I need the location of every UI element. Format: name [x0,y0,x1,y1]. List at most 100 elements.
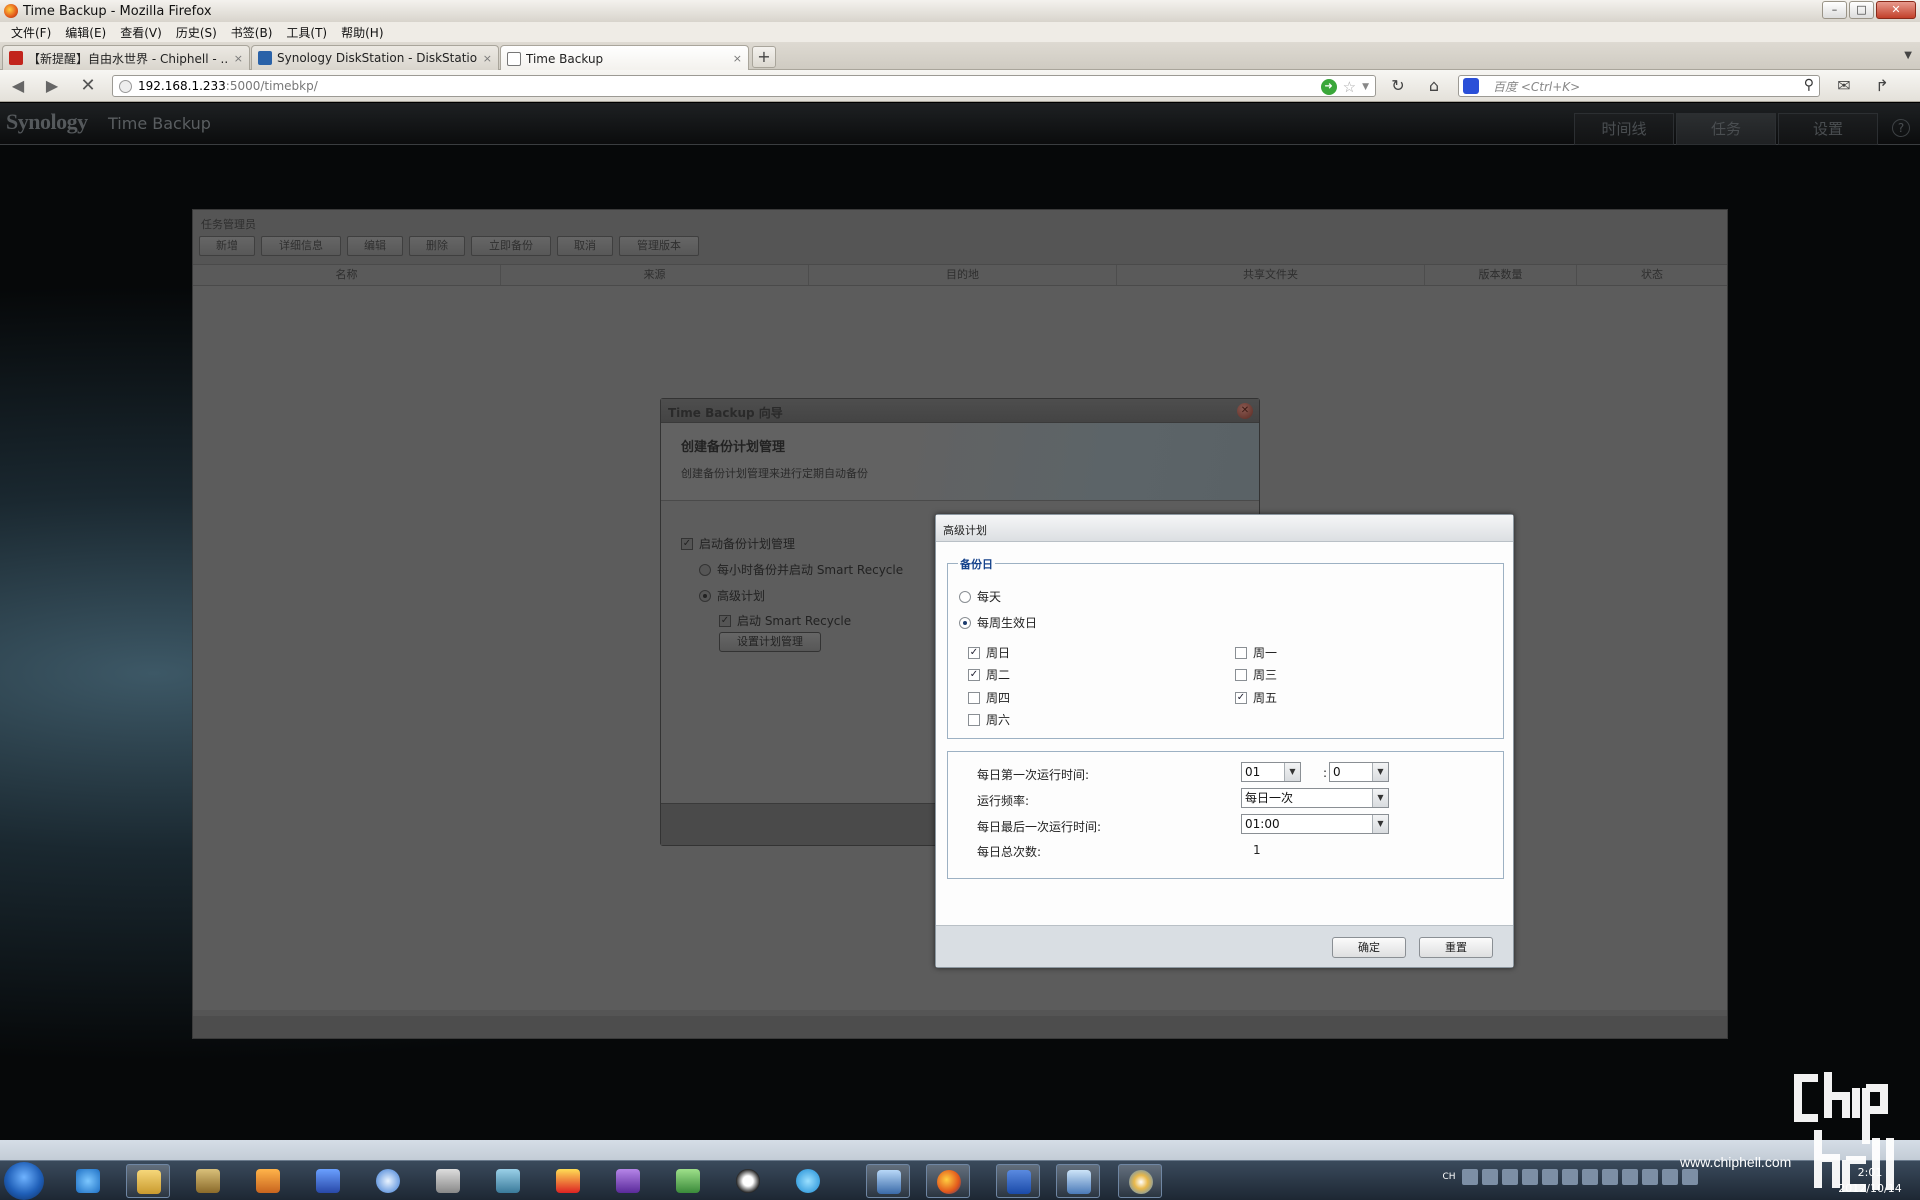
chevron-down-icon[interactable]: ▼ [1372,763,1388,781]
smart-recycle-row[interactable]: ✓ 启动 Smart Recycle [719,612,851,629]
tray-display-icon[interactable] [1562,1169,1578,1185]
tray-m-icon[interactable] [1462,1169,1478,1185]
day-tuesday[interactable]: ✓ 周二 [968,666,1010,683]
cancel-button[interactable]: 取消 [557,236,613,256]
edit-button[interactable]: 编辑 [347,236,403,256]
tray-device-icon[interactable] [1602,1169,1618,1185]
media-player-icon[interactable] [246,1164,290,1198]
day-friday[interactable]: ✓ 周五 [1235,689,1277,706]
search-icon[interactable]: ⚲ [1804,77,1814,93]
first-run-minute-select[interactable]: 0 ▼ [1329,762,1389,782]
set-schedule-button[interactable]: 设置计划管理 [719,632,821,652]
forward-arrow-icon[interactable]: ▶ [42,76,62,96]
language-indicator[interactable]: CH [1440,1169,1458,1185]
paint-icon[interactable] [1118,1164,1162,1198]
manage-versions-button[interactable]: 管理版本 [619,236,699,256]
column-source[interactable]: 来源 [501,265,809,285]
fire-app-icon[interactable] [546,1164,590,1198]
wednesday-checkbox[interactable] [1235,668,1247,681]
tab-diskstation[interactable]: Synology DiskStation - DiskStation × [251,45,499,70]
chevron-down-icon[interactable]: ▼ [1372,789,1388,807]
chat-icon[interactable] [786,1164,830,1198]
tray-network-icon[interactable] [1642,1169,1658,1185]
smart-recycle-checkbox[interactable]: ✓ [719,614,731,627]
paint-brush-icon[interactable] [186,1164,230,1198]
drive-icon[interactable] [426,1164,470,1198]
tab-chiphell[interactable]: 【新提醒】自由水世界 - Chiphell - ... × [2,45,250,70]
search-bar[interactable]: 百度 <Ctrl+K> ⚲ [1458,75,1820,97]
tray-keyboard-icon[interactable] [1502,1169,1518,1185]
word-icon[interactable] [996,1164,1040,1198]
close-tab-icon[interactable]: × [483,52,492,65]
tray-sync-icon[interactable] [1482,1169,1498,1185]
menu-history[interactable]: 历史(S) [169,24,224,41]
weekly-option-row[interactable]: 每周生效日 [959,614,1037,631]
help-icon[interactable]: ? [1892,119,1910,137]
reload-icon[interactable]: ↻ [1388,76,1408,96]
close-window-button[interactable]: ✕ [1876,1,1916,19]
tab-tasks[interactable]: 任务 [1676,113,1776,145]
daily-option-row[interactable]: 每天 [959,588,1001,605]
day-thursday[interactable]: 周四 [968,689,1010,706]
ok-button[interactable]: 确定 [1332,937,1406,958]
back-arrow-icon[interactable]: ◀ [8,76,28,96]
tab-timeline[interactable]: 时间线 [1574,113,1674,145]
chevron-down-icon[interactable]: ▼ [1284,763,1300,781]
details-button[interactable]: 详细信息 [261,236,341,256]
day-saturday[interactable]: 周六 [968,711,1010,728]
enable-schedule-checkbox[interactable]: ✓ [681,537,693,550]
enable-schedule-row[interactable]: ✓ 启动备份计划管理 [681,535,795,552]
last-run-select[interactable]: 01:00 ▼ [1241,814,1389,834]
delete-button[interactable]: 删除 [409,236,465,256]
remote-desktop-icon[interactable] [866,1164,910,1198]
tray-volume-icon[interactable] [1682,1169,1698,1185]
thursday-checkbox[interactable] [968,691,980,704]
tray-help-icon[interactable] [1622,1169,1638,1185]
menu-view[interactable]: 查看(V) [113,24,169,41]
ie-icon[interactable] [66,1164,110,1198]
column-destination[interactable]: 目的地 [809,265,1117,285]
menu-bookmarks[interactable]: 书签(B) [224,24,280,41]
explorer-icon[interactable] [126,1164,170,1198]
tab-list-chevron-icon[interactable]: ▼ [1904,50,1912,61]
tuesday-checkbox[interactable]: ✓ [968,668,980,681]
play-icon[interactable] [366,1164,410,1198]
menu-tools[interactable]: 工具(T) [279,24,334,41]
tray-moon-icon[interactable] [1522,1169,1538,1185]
column-status[interactable]: 状态 [1577,265,1727,285]
close-tab-icon[interactable]: × [234,52,243,65]
friday-checkbox[interactable]: ✓ [1235,691,1247,704]
tray-flag-icon[interactable] [1662,1169,1678,1185]
site-identity-icon[interactable] [119,79,132,93]
advanced-option-row[interactable]: 高级计划 [699,587,765,604]
frequency-select[interactable]: 每日一次 ▼ [1241,788,1389,808]
maximize-button[interactable]: □ [1849,1,1874,19]
network-icon[interactable] [486,1164,530,1198]
menu-file[interactable]: 文件(F) [4,24,58,41]
mail-icon[interactable]: ✉ [1834,76,1854,96]
address-bar[interactable]: 192.168.1.233 :5000/timebkp/ ➜ ☆ ▼ [112,75,1376,97]
minimize-button[interactable]: – [1822,1,1847,19]
map-icon[interactable] [666,1164,710,1198]
add-button[interactable]: 新增 [199,236,255,256]
sunday-checkbox[interactable]: ✓ [968,646,980,659]
weekly-radio[interactable] [959,616,971,629]
new-tab-button[interactable]: + [752,46,776,68]
tab-time-backup[interactable]: Time Backup × [500,45,749,71]
saturday-checkbox[interactable] [968,713,980,726]
windows-start-icon[interactable] [4,1162,44,1200]
first-run-hour-select[interactable]: 01 ▼ [1241,762,1301,782]
app-icon[interactable] [306,1164,350,1198]
menu-edit[interactable]: 编辑(E) [58,24,113,41]
hourly-option-row[interactable]: 每小时备份并启动 Smart Recycle [699,561,903,578]
close-tab-icon[interactable]: × [733,52,742,65]
monday-checkbox[interactable] [1235,646,1247,659]
daily-radio[interactable] [959,590,971,603]
bookmark-star-icon[interactable]: ☆ [1343,78,1356,96]
reset-button[interactable]: 重置 [1419,937,1493,958]
tray-tool-icon[interactable] [1542,1169,1558,1185]
firefox-icon[interactable] [926,1164,970,1198]
screenshot-icon[interactable] [1056,1164,1100,1198]
day-monday[interactable]: 周一 [1235,644,1277,661]
day-sunday[interactable]: ✓ 周日 [968,644,1010,661]
